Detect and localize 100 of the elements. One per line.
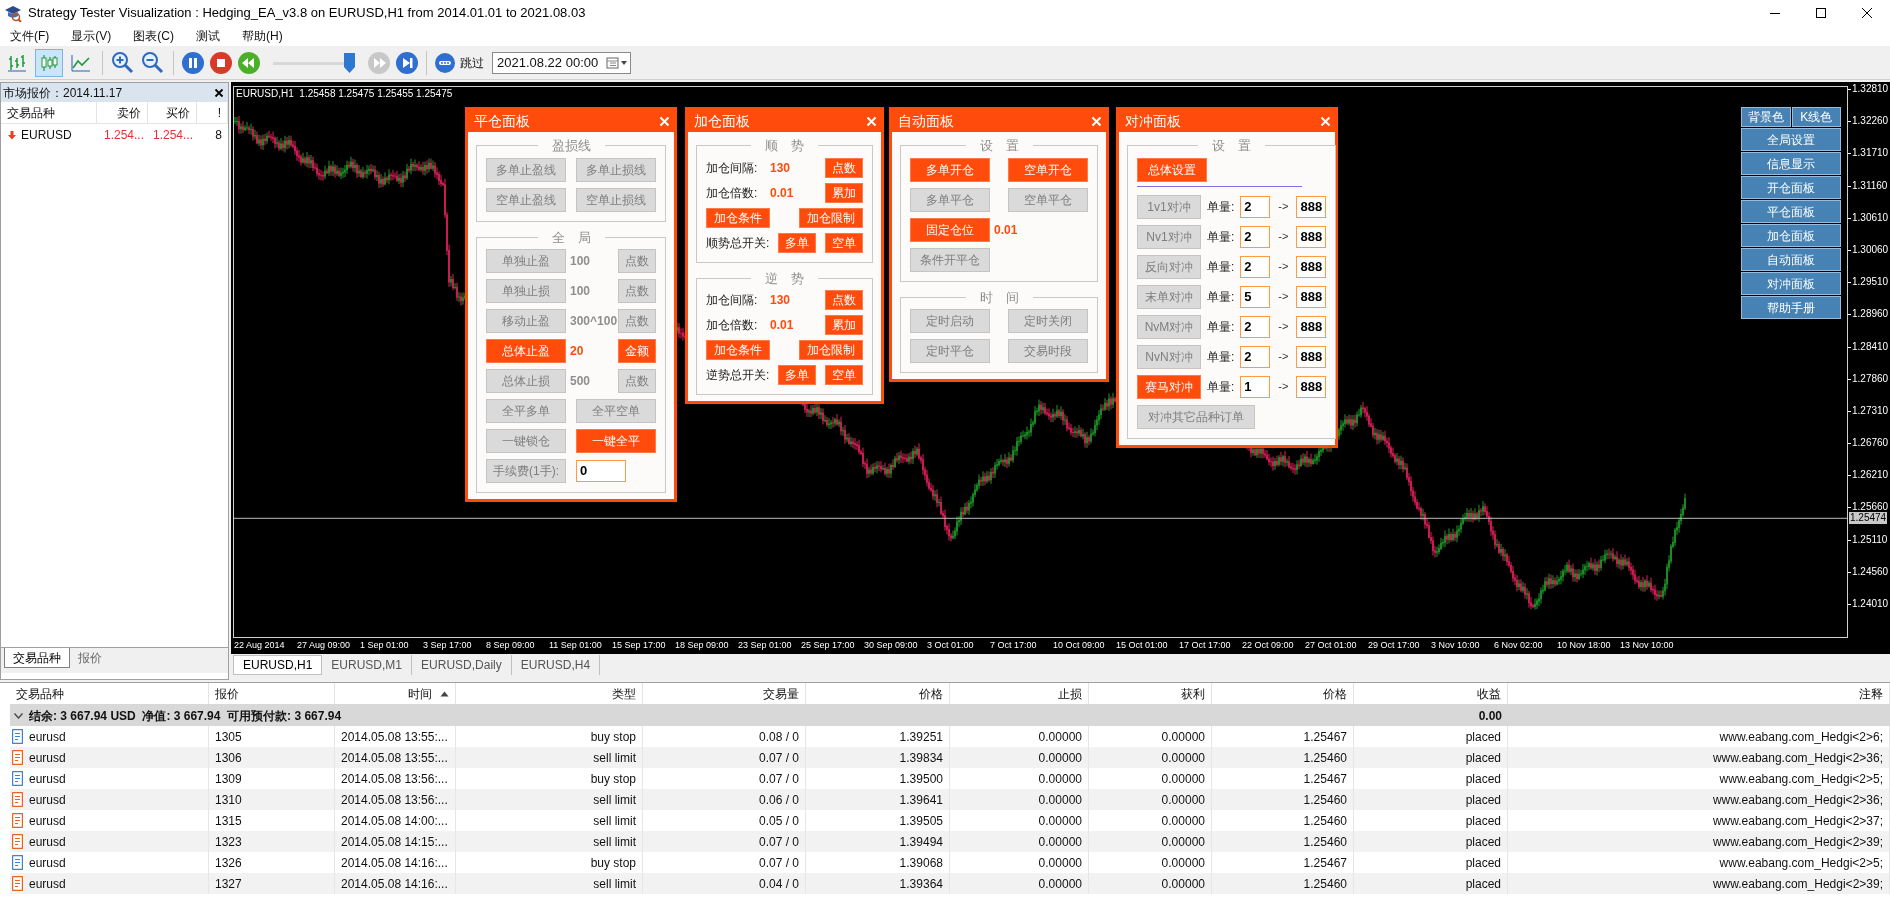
panel-button[interactable]: 定时启动 [910,309,990,333]
caret-icon[interactable] [14,712,23,719]
tab[interactable]: 交易品种 [4,648,70,668]
tab[interactable]: 报价 [70,648,110,668]
panel-button[interactable]: 点数 [825,157,863,178]
panel-button[interactable]: 交易时段 [1008,339,1088,363]
panel-button[interactable]: 反向对冲 [1137,254,1201,279]
rewind-icon[interactable] [237,50,261,75]
tool-button[interactable]: K线色 [1791,107,1841,127]
panel-button[interactable]: 加仓条件 [706,207,770,228]
panel-button[interactable]: 对冲其它品种订单 [1137,404,1255,429]
input-field[interactable]: 2 [1240,225,1271,248]
panel-button[interactable]: 单独止盈 [486,249,566,273]
chart-tab[interactable]: EURUSD,H4 [511,655,601,675]
input-field[interactable]: 888 [1296,195,1327,218]
column-header[interactable]: 价格 [1212,683,1354,704]
panel-button[interactable]: 定时平仓 [910,339,990,363]
slider-thumb[interactable] [343,52,355,73]
skip-icon[interactable] [434,51,456,74]
chart-tab[interactable]: EURUSD,Daily [412,655,512,675]
skip-end-icon[interactable] [395,50,419,75]
panel-button[interactable]: 空单止损线 [576,187,656,212]
panel-button[interactable]: 空单开仓 [1008,157,1088,182]
panel-button[interactable]: Nv1对冲 [1137,224,1201,249]
panel-button[interactable]: 全平空单 [576,399,656,423]
zoom-out-icon[interactable] [140,49,166,76]
calendar-icon[interactable] [606,55,628,70]
column-header[interactable]: 获利 [1089,683,1212,704]
panel-button[interactable]: 空单止盈线 [486,187,566,212]
column-header[interactable]: 时间 [335,683,456,704]
panel-button[interactable]: 多单平仓 [910,187,990,212]
panel-button[interactable]: 累加 [825,315,863,335]
panel-button[interactable]: 定时关闭 [1008,309,1088,333]
chart-tab[interactable]: EURUSD,M1 [322,655,413,675]
panel-button[interactable]: 多单止损线 [576,157,656,182]
panel-button[interactable]: 手续费(1手): [486,459,566,483]
input-field[interactable]: 2 [1240,195,1271,218]
menu-item[interactable]: 显示(V) [63,27,120,45]
menu-item[interactable]: 帮助(H) [234,27,291,45]
column-header[interactable]: 交易品种 [10,683,209,704]
input-field[interactable]: 1 [1240,375,1271,398]
panel-button[interactable]: 多单 [778,365,817,385]
panel-button[interactable]: 总体设置 [1137,157,1207,182]
panel-button[interactable]: 点数 [618,249,656,273]
panel-button[interactable]: NvM对冲 [1137,314,1201,339]
panel-button[interactable]: 空单 [825,365,863,385]
tool-button[interactable]: 全局设置 [1741,128,1841,151]
panel-button[interactable]: 点数 [618,309,656,333]
stop-icon[interactable] [209,50,233,75]
panel-button[interactable]: 加仓限制 [799,340,863,360]
column-header[interactable]: 价格 [806,683,950,704]
tool-button[interactable]: 信息显示 [1741,152,1841,175]
input-field[interactable]: 888 [1296,225,1327,248]
input-field[interactable]: 2 [1240,345,1271,368]
panel-button[interactable]: 单独止损 [486,279,566,303]
panel-button[interactable]: 多单 [778,232,817,253]
input-field[interactable]: 888 [1296,345,1327,368]
column-header[interactable]: 卖价 [97,102,148,123]
panel-button[interactable]: 金额 [618,339,656,363]
column-header[interactable]: 注释 [1508,683,1890,704]
panel-button[interactable]: 多单开仓 [910,157,990,182]
column-header[interactable]: 交易品种 [1,102,97,123]
column-header[interactable]: 类型 [456,683,643,704]
input-field[interactable]: 888 [1296,255,1327,278]
speed-slider[interactable] [273,51,355,74]
tool-button[interactable]: 自动面板 [1741,248,1841,271]
date-field[interactable]: 2021.08.22 00:00 [492,51,631,74]
panel-button[interactable]: 移动止盈 [486,309,566,333]
tool-button[interactable]: 帮助手册 [1741,296,1841,319]
input-field[interactable]: 5 [1240,285,1271,308]
chart-tab[interactable]: EURUSD,H1 [233,655,323,675]
menu-item[interactable]: 测试 [188,27,228,45]
close-icon[interactable] [214,87,224,98]
panel-button[interactable]: 总体止盈 [486,339,566,363]
column-header[interactable]: 报价 [209,683,335,704]
pause-icon[interactable] [181,50,205,75]
panel-button[interactable]: 加仓条件 [706,340,770,360]
tool-button[interactable]: 平仓面板 [1741,200,1841,223]
panel-button[interactable]: 全平多单 [486,399,566,423]
input-field[interactable]: 0 [576,460,626,482]
column-header[interactable]: 止损 [950,683,1089,704]
zoom-in-icon[interactable] [110,49,136,76]
panel-button[interactable]: 空单平仓 [1008,187,1088,212]
input-field[interactable]: 2 [1240,255,1271,278]
column-header[interactable]: 买价 [148,102,197,123]
menu-item[interactable]: 文件(F) [2,27,58,45]
input-field[interactable]: 2 [1240,315,1271,338]
tool-button[interactable]: 对冲面板 [1741,272,1841,295]
panel-button[interactable]: 累加 [825,182,863,203]
column-header[interactable]: ! [197,102,228,123]
input-field[interactable]: 888 [1296,285,1327,308]
panel-button[interactable]: 空单 [825,232,863,253]
chart-mode-button[interactable] [35,48,63,77]
tool-button[interactable]: 开仓面板 [1741,176,1841,199]
panel-button[interactable]: 赛马对冲 [1137,374,1201,399]
panel-button[interactable]: NvN对冲 [1137,344,1201,369]
panel-button[interactable]: 一键锁仓 [486,429,566,453]
tool-button[interactable]: 背景色 [1741,107,1791,127]
panel-button[interactable]: 点数 [825,290,863,310]
panel-button[interactable]: 点数 [618,369,656,393]
